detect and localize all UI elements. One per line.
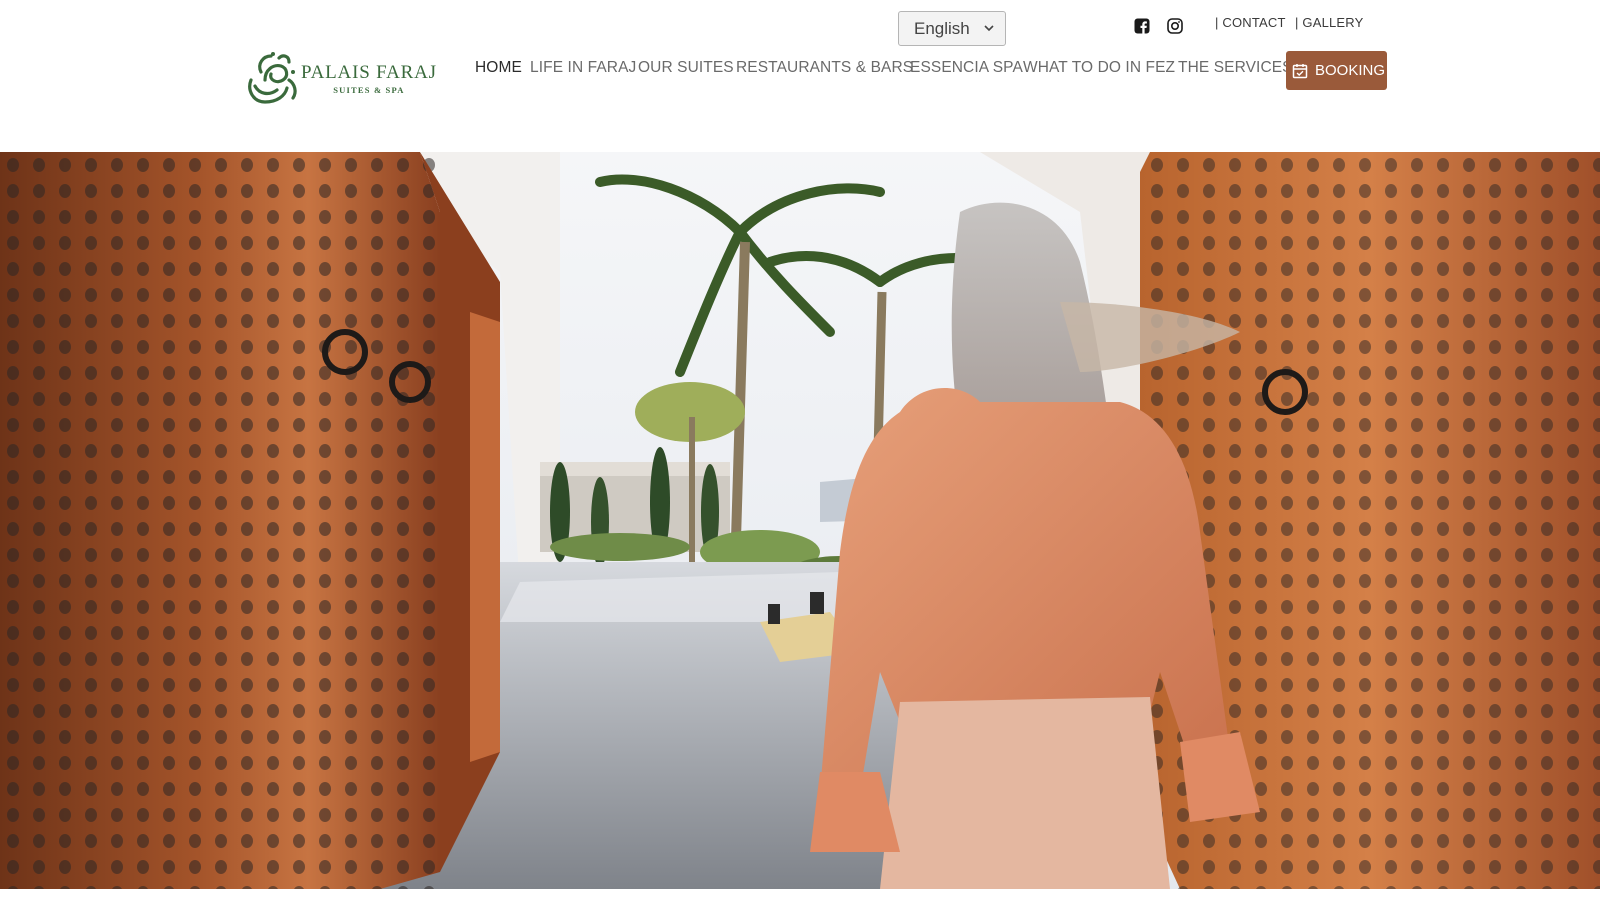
gallery-link[interactable]: | GALLERY	[1295, 15, 1364, 30]
nav-item-what-to-do-in-fez[interactable]: WHAT TO DO IN FEZ	[1023, 59, 1175, 77]
contact-link-label: | CONTACT	[1215, 15, 1286, 30]
gallery-link-label: | GALLERY	[1295, 15, 1364, 30]
booking-button[interactable]: BOOKING	[1286, 51, 1387, 90]
site-logo[interactable]: PALAIS FARAJ SUITES & SPA	[243, 50, 436, 108]
language-select-value: English	[914, 18, 970, 38]
nav-item-restaurants-bars[interactable]: RESTAURANTS & BARS	[736, 59, 913, 77]
language-select[interactable]: English	[898, 11, 1006, 46]
site-header: English | CONTACT | GALLERY PALAIS FARAJ…	[0, 0, 1600, 152]
nav-item-essencia-spa[interactable]: ESSENCIA SPA	[910, 59, 1023, 77]
booking-button-label: BOOKING	[1315, 62, 1386, 79]
logo-text: PALAIS FARAJ SUITES & SPA	[301, 62, 437, 95]
nav-item-home[interactable]: HOME	[475, 59, 522, 77]
hero-video[interactable]	[0, 152, 1600, 889]
chevron-down-icon	[984, 25, 994, 32]
instagram-icon[interactable]	[1166, 17, 1184, 35]
logo-emblem-icon	[248, 52, 297, 104]
facebook-icon[interactable]	[1133, 17, 1151, 35]
nav-item-our-suites[interactable]: OUR SUITES	[638, 59, 734, 77]
calendar-check-icon	[1292, 63, 1308, 78]
nav-item-life-in-faraj[interactable]: LIFE IN FARAJ	[530, 59, 636, 77]
logo-name: PALAIS FARAJ	[301, 62, 437, 83]
nav-item-the-services[interactable]: THE SERVICES	[1178, 59, 1293, 77]
hero-scene-image	[0, 152, 1600, 889]
contact-link[interactable]: | CONTACT	[1215, 15, 1286, 30]
logo-subtitle: SUITES & SPA	[333, 85, 405, 95]
